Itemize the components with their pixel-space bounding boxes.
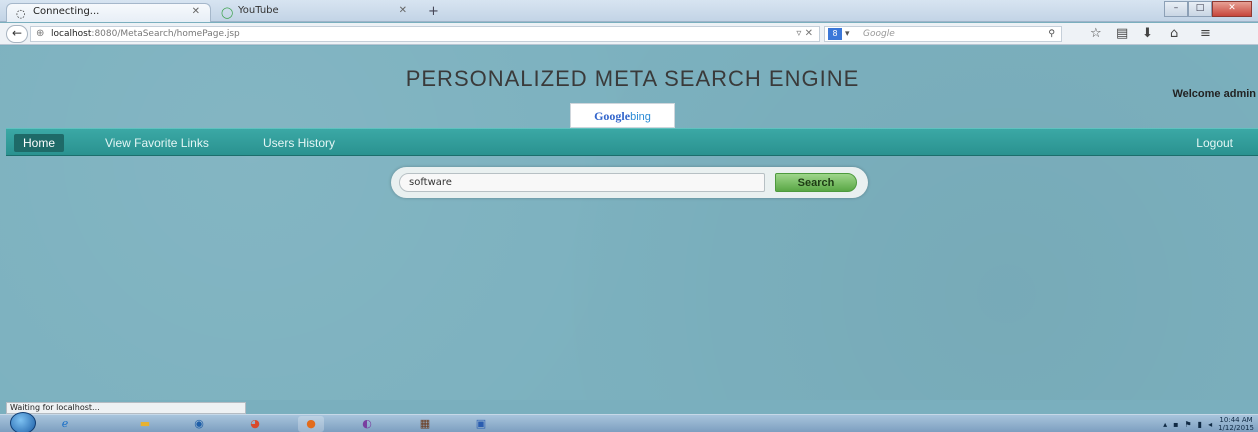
menu-favorite-links[interactable]: View Favorite Links [96,134,218,152]
tab-connecting[interactable]: ◌ Connecting... ✕ [6,3,211,22]
browser-search-box[interactable]: 8 ▾ Google ⚲ [824,26,1062,42]
clipboard-icon[interactable]: ▤ [1116,26,1128,41]
flag-icon[interactable]: ⚑ [1185,420,1192,429]
close-tab-icon[interactable]: ✕ [399,5,407,16]
search-input[interactable] [399,173,765,192]
ie-icon[interactable]: ℯ [52,416,78,432]
eclipse-icon[interactable]: ◐ [354,416,380,432]
tab-youtube[interactable]: ◯ YouTube ✕ [212,3,417,22]
chevron-up-icon[interactable]: ▴ [1163,420,1167,429]
clock[interactable]: 10:44 AM 1/12/2015 [1218,416,1254,432]
maximize-button[interactable]: □ [1188,1,1212,17]
tab-label: Connecting... [33,6,100,17]
search-button[interactable]: Search [775,173,857,192]
clock-date: 1/12/2015 [1218,424,1254,432]
bing-logo: bing [630,111,651,123]
stop-icon[interactable]: ▿ ✕ [796,27,813,41]
chrome-icon[interactable]: ◕ [242,416,268,432]
url-host: localhost [51,29,92,39]
url-path: :8080/MetaSearch/homePage.jsp [91,29,240,39]
close-window-button[interactable]: ✕ [1212,1,1252,17]
chevron-down-icon[interactable]: ▾ [845,27,850,41]
page-title: PERSONALIZED META SEARCH ENGINE [405,66,860,91]
search-form: Search [391,167,868,198]
network-icon[interactable]: ▪ [1173,420,1178,429]
minimize-button[interactable]: – [1164,1,1188,17]
search-icon[interactable]: ⚲ [1048,27,1055,41]
browser-tabstrip: ◌ Connecting... ✕ ◯ YouTube ✕ + – □ ✕ [0,0,1258,22]
menu-home[interactable]: Home [14,134,65,152]
back-button[interactable]: ← [6,25,28,43]
folder-icon[interactable]: ▬ [132,416,158,432]
clock-time: 10:44 AM [1219,416,1253,424]
menu-icon[interactable]: ≡ [1200,26,1211,41]
search-placeholder: Google [863,29,895,39]
address-bar[interactable]: ⊕ localhost:8080/MetaSearch/homePage.jsp… [30,26,820,42]
word-icon[interactable]: ▣ [468,416,494,432]
globe-icon: ⊕ [36,28,45,39]
main-menu: Home View Favorite Links Users History L… [6,128,1258,156]
status-bar: Waiting for localhost... [6,402,246,414]
volume-icon[interactable]: ◂ [1208,420,1212,429]
start-button[interactable] [10,412,36,432]
page-content: PERSONALIZED META SEARCH ENGINE Welcome … [0,46,1258,400]
close-tab-icon[interactable]: ✕ [192,6,200,17]
app-icon[interactable]: ▦ [412,416,438,432]
search-engine-icon[interactable]: 8 [828,28,842,40]
signal-icon[interactable]: ▮ [1198,420,1202,429]
download-icon[interactable]: ⬇ [1142,26,1153,41]
loading-icon: ◌ [16,7,26,20]
youtube-icon: ◯ [221,6,234,19]
new-tab-button[interactable]: + [428,4,439,19]
media-player-icon[interactable]: ◉ [186,416,212,432]
menu-users-history[interactable]: Users History [254,134,344,152]
google-logo: Google [594,109,631,123]
home-icon[interactable]: ⌂ [1170,26,1178,41]
browser-navbar: ← ⊕ localhost:8080/MetaSearch/homePage.j… [0,23,1258,45]
welcome-message: Welcome admin [1172,88,1256,100]
tab-label: YouTube [238,5,279,16]
firefox-icon[interactable]: ● [298,416,324,432]
window-controls: – □ ✕ [1164,1,1252,17]
star-icon[interactable]: ☆ [1090,26,1102,41]
menu-logout[interactable]: Logout [1187,134,1242,152]
taskbar: ℯ ▬ ◉ ◕ ● ◐ ▦ ▣ ▴ ▪ ⚑ ▮ ◂ 10:44 AM 1/12/… [0,412,1258,432]
system-tray: ▴ ▪ ⚑ ▮ ◂ 10:44 AM 1/12/2015 [1163,416,1254,432]
search-engines-logo: Googlebing [570,103,675,128]
